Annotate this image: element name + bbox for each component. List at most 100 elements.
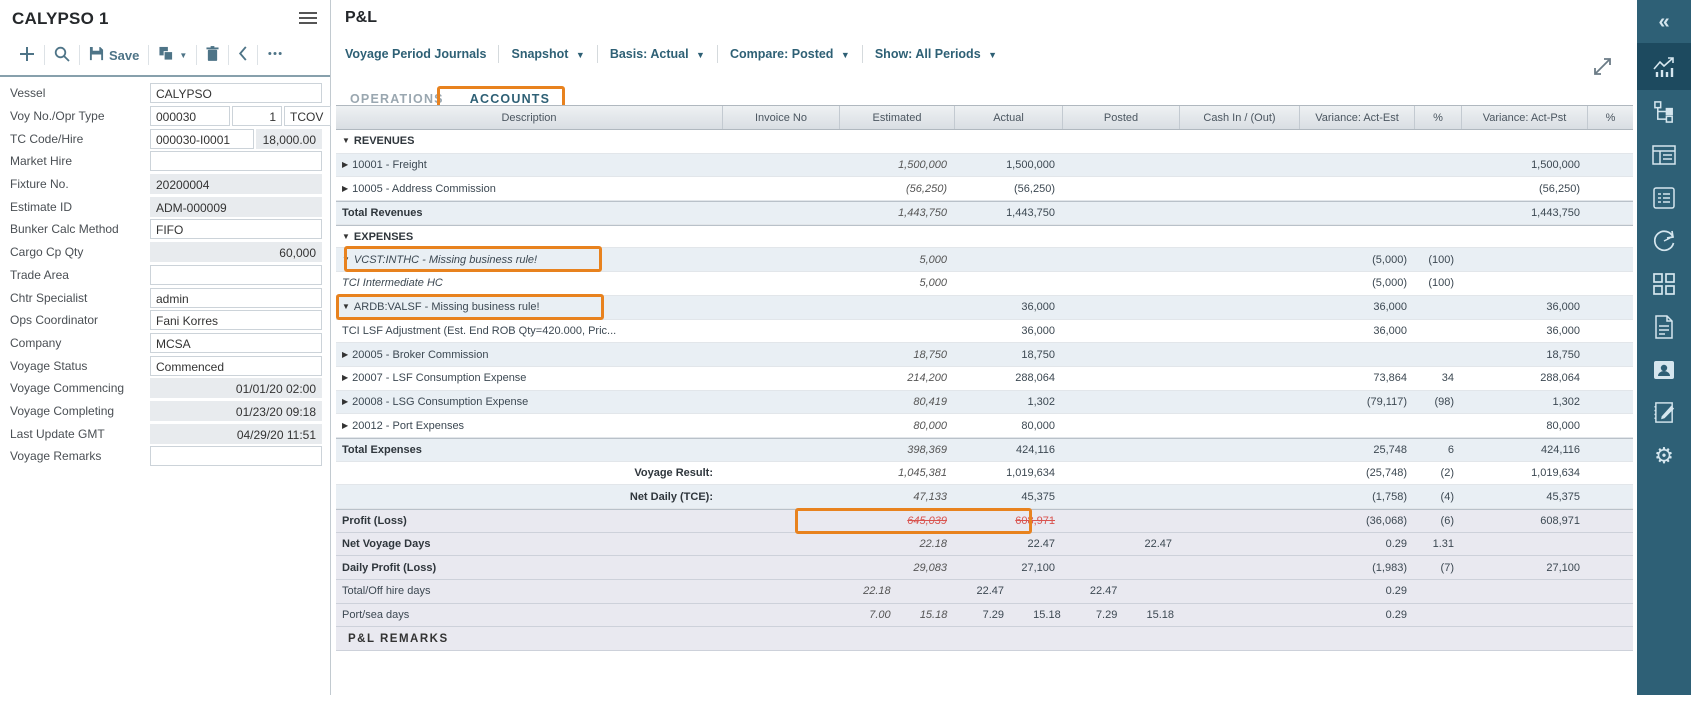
expand-arrow-icon[interactable]: ▼ (342, 232, 350, 241)
table-row[interactable]: ▼EXPENSES (336, 225, 1633, 249)
table-row[interactable]: Port/sea days7.0015.187.2915.187.2915.18… (336, 604, 1633, 628)
contact-card-icon[interactable] (1637, 348, 1691, 391)
expand-arrow-icon[interactable]: ▶ (342, 160, 348, 169)
table-row[interactable]: Net Voyage Days22.1822.4722.470.291.31 (336, 533, 1633, 557)
table-row[interactable]: ▶10005 - Address Commission(56,250)(56,2… (336, 177, 1633, 201)
expand-arrow-icon[interactable]: ▼ (342, 302, 350, 311)
settings-gear-icon[interactable]: ⚙ (1637, 434, 1691, 477)
cell-actual: 1,500,000 (955, 159, 1063, 171)
field-value-voy-no-opr-type[interactable]: TCOV (284, 106, 331, 126)
ledger-table-icon[interactable] (1637, 133, 1691, 176)
row-description: ▼REVENUES (336, 135, 723, 147)
table-row[interactable]: Profit (Loss)645,039608,971(36,068)(6)60… (336, 509, 1633, 533)
column-header--[interactable]: % (1588, 106, 1633, 129)
field-cells (150, 151, 322, 171)
table-row[interactable]: ▼ARDB:VALSF - Missing business rule!36,0… (336, 296, 1633, 320)
field-value-voy-no-opr-type[interactable]: 1 (232, 106, 282, 126)
field-value-tc-code-hire[interactable]: 000030-I0001 (150, 129, 254, 149)
table-row[interactable]: ▶20012 - Port Expenses80,00080,00080,000 (336, 414, 1633, 438)
field-value-company[interactable]: MCSA (150, 333, 322, 353)
field-value-market-hire[interactable] (150, 151, 322, 171)
column-header--[interactable]: % (1415, 106, 1462, 129)
table-row[interactable]: ▶20005 - Broker Commission18,75018,75018… (336, 343, 1633, 367)
column-header-posted[interactable]: Posted (1063, 106, 1180, 129)
column-header-invoice-no[interactable]: Invoice No (723, 106, 840, 129)
gauge-icon[interactable] (1637, 219, 1691, 262)
field-cells (150, 265, 322, 285)
pnl-toolbar-snapshot[interactable]: Snapshot ▼ (499, 47, 596, 61)
row-description: ▶20012 - Port Expenses (336, 420, 723, 432)
grid-icon[interactable] (1637, 262, 1691, 305)
table-row[interactable]: ▼REVENUES (336, 130, 1633, 154)
table-row[interactable]: Net Daily (TCE):47,13345,375(1,758)(4)45… (336, 485, 1633, 509)
field-value-chtr-specialist[interactable]: admin (150, 288, 322, 308)
expand-arrow-icon[interactable]: ▼ (342, 255, 350, 264)
table-row[interactable]: P&L REMARKS (336, 627, 1633, 651)
hierarchy-icon[interactable] (1637, 90, 1691, 133)
expand-arrow-icon[interactable]: ▶ (342, 373, 348, 382)
field-row: Voyage Commencing01/01/20 02:00 (10, 377, 322, 400)
field-value-vessel[interactable]: CALYPSO (150, 83, 322, 103)
days-value (897, 585, 954, 597)
pnl-toolbar-compare-posted[interactable]: Compare: Posted ▼ (718, 47, 862, 61)
expand-arrow-icon[interactable]: ▶ (342, 350, 348, 359)
app-window: CALYPSO 1 Save▼ VesselCALYPSOVoy No./Opr… (0, 0, 1691, 716)
pnl-toolbar-voyage-period-journals[interactable]: Voyage Period Journals (345, 47, 498, 61)
chevron-left-button[interactable] (229, 46, 257, 64)
table-row[interactable]: TCI LSF Adjustment (Est. End ROB Qty=420… (336, 320, 1633, 344)
pnl-chart-icon[interactable] (1637, 43, 1691, 90)
table-row[interactable]: ▶20008 - LSG Consumption Expense80,4191,… (336, 391, 1633, 415)
column-header-variance-act-est[interactable]: Variance: Act-Est (1300, 106, 1415, 129)
field-value-bunker-calc-method[interactable]: FIFO (150, 219, 322, 239)
expand-arrow-icon[interactable]: ▶ (342, 421, 348, 430)
more-button[interactable] (258, 46, 292, 64)
cell-variance-act-est: (25,748) (1300, 467, 1415, 479)
table-row[interactable]: Total Expenses398,369424,11625,7486424,1… (336, 438, 1633, 462)
pnl-toolbar-show-all-periods[interactable]: Show: All Periods ▼ (863, 47, 1009, 61)
column-header-variance-act-pst[interactable]: Variance: Act-Pst (1462, 106, 1588, 129)
column-header-cash-in-out-[interactable]: Cash In / (Out) (1180, 106, 1300, 129)
field-value-voyage-remarks[interactable] (150, 446, 322, 466)
table-row[interactable]: TCI Intermediate HC5,000(5,000)(100) (336, 272, 1633, 296)
save-button[interactable]: Save (80, 46, 148, 64)
field-row: CompanyMCSA (10, 332, 322, 355)
table-row[interactable]: ▼VCST:INTHC - Missing business rule!5,00… (336, 248, 1633, 272)
expand-arrow-icon[interactable]: ▶ (342, 397, 348, 406)
cell-variance-act-pst: 18,750 (1462, 349, 1588, 361)
field-value-ops-coordinator[interactable]: Fani Korres (150, 310, 322, 330)
pnl-toolbar-basis-actual[interactable]: Basis: Actual ▼ (598, 47, 717, 61)
menu-icon[interactable] (298, 10, 318, 26)
table-row[interactable]: Total/Off hire days22.1822.4722.470.29 (336, 580, 1633, 604)
column-header-estimated[interactable]: Estimated (840, 106, 955, 129)
add-button[interactable] (10, 46, 44, 65)
table-row[interactable]: ▶20007 - LSF Consumption Expense214,2002… (336, 367, 1633, 391)
field-value-trade-area[interactable] (150, 265, 322, 285)
table-row[interactable]: ▶10001 - Freight1,500,0001,500,0001,500,… (336, 154, 1633, 178)
copy-button[interactable]: ▼ (149, 46, 196, 64)
checklist-icon[interactable] (1637, 176, 1691, 219)
days-value: 15.18 (897, 609, 954, 621)
field-label: Fixture No. (10, 177, 150, 191)
column-header-description[interactable]: Description (336, 106, 723, 129)
row-description-text: Port/sea days (342, 609, 409, 621)
table-row[interactable]: Daily Profit (Loss)29,08327,100(1,983)(7… (336, 556, 1633, 580)
field-cells: 000030-I000118,000.00 (150, 129, 322, 149)
table-row[interactable]: Total Revenues1,443,7501,443,7501,443,75… (336, 201, 1633, 225)
table-row[interactable]: Voyage Result:1,045,3811,019,634(25,748)… (336, 462, 1633, 486)
expand-arrow-icon[interactable]: ▶ (342, 184, 348, 193)
document-icon[interactable] (1637, 305, 1691, 348)
field-value-voy-no-opr-type[interactable]: 000030 (150, 106, 230, 126)
row-description-text: Total/Off hire days (342, 585, 430, 597)
field-value-voyage-status[interactable]: Commenced (150, 356, 322, 376)
delete-button[interactable] (197, 46, 228, 64)
collapse-panel-icon[interactable] (1589, 52, 1617, 80)
cell-estimated: 1,443,750 (840, 207, 955, 219)
search-button[interactable] (45, 46, 79, 65)
column-header-actual[interactable]: Actual (955, 106, 1063, 129)
collapse-sidebar-icon[interactable]: « (1637, 0, 1691, 43)
notes-edit-icon[interactable] (1637, 391, 1691, 434)
cell-variance-act-pst: 1,302 (1462, 396, 1588, 408)
field-row: Ops CoordinatorFani Korres (10, 309, 322, 332)
row-description: Profit (Loss) (336, 515, 723, 527)
expand-arrow-icon[interactable]: ▼ (342, 136, 350, 145)
